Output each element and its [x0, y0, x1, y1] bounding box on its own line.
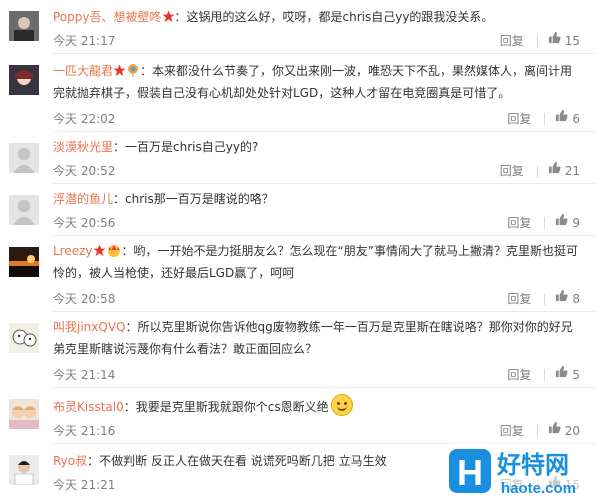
comment-time: 今天 20:56 — [53, 216, 116, 230]
comment-text: ：不做判断 反正人在做天在看 说谎死吗断几把 立马生效 — [87, 454, 387, 468]
logo-letter: H — [457, 452, 483, 493]
watermark-url: haote.com — [501, 480, 576, 497]
comment-divider — [53, 131, 596, 132]
comment-body: 一匹大龍君 ：本来都没什么节奏了，你又出来刚一波，唯恐天下不乱，果然媒体人，离间计… — [53, 60, 582, 104]
comment-divider — [53, 183, 596, 184]
comment-body: Poppy吾、想被壁咚 ：这锅甩的这么好，哎呀，都是chris自己yy的跟我没关系… — [53, 6, 582, 28]
comment-actions: 回复 6 — [507, 109, 580, 127]
thumbs-up-icon[interactable] — [555, 289, 568, 302]
thumbs-up-icon[interactable] — [555, 213, 568, 226]
reply-button[interactable]: 回复 — [500, 32, 524, 49]
divider — [536, 34, 538, 47]
comment-time: 今天 20:58 — [53, 292, 116, 306]
comment-text: ：这锅甩的这么好，哎呀，都是chris自己yy的跟我没关系。 — [174, 10, 494, 24]
like-count: 6 — [572, 111, 580, 126]
comment-text: ：chris那一百万是瞎说的咯？ — [113, 192, 274, 206]
comment-body: 浮潜的鱼儿：chris那一百万是瞎说的咯？ — [53, 188, 582, 210]
star-icon — [113, 64, 126, 77]
username-link[interactable]: 淡漠秋光里 — [53, 140, 113, 154]
username-link[interactable]: 叫我jinxQVQ — [53, 320, 125, 334]
comment-body: Lreezy ：哟，一开始不是力挺朋友么？怎么现在“朋友”事情闹大了就马上撇清？克… — [53, 240, 582, 284]
username-link[interactable]: Poppy吾、想被壁咚 — [53, 10, 162, 24]
comment-actions: 回复 20 — [500, 421, 580, 439]
comment-body: 淡漠秋光里：一百万是chris自己yy的? — [53, 136, 582, 158]
thumbs-up-icon[interactable] — [548, 421, 561, 434]
like-count: 15 — [564, 33, 580, 48]
user-avatar[interactable] — [9, 247, 39, 277]
divider — [544, 216, 546, 229]
comment-body: 布灵Kisstal0：我要是克里斯我就跟你个cs恩断义绝 — [53, 394, 582, 418]
star-icon — [161, 10, 175, 23]
comment-divider — [53, 387, 596, 388]
comment-actions: 回复 15 — [500, 31, 580, 49]
username-link[interactable]: 浮潜的鱼儿 — [53, 192, 113, 206]
user-avatar[interactable] — [9, 11, 39, 41]
thumbs-up-icon[interactable] — [548, 161, 561, 174]
user-avatar[interactable] — [9, 65, 39, 95]
reply-button[interactable]: 回复 — [500, 422, 524, 439]
reply-button[interactable]: 回复 — [507, 366, 531, 383]
divider — [544, 292, 546, 305]
divider — [536, 164, 538, 177]
like-count: 21 — [564, 163, 580, 178]
comment-text: ：一百万是chris自己yy的? — [113, 140, 259, 154]
crown-icon — [107, 245, 120, 257]
thumbs-up-icon[interactable] — [555, 365, 568, 378]
comment-divider — [53, 235, 596, 236]
smile-emoji — [330, 394, 353, 416]
comment-text: ：我要是克里斯我就跟你个cs恩断义绝 — [123, 400, 329, 414]
thumbs-up-icon[interactable] — [555, 109, 568, 122]
username-link[interactable]: 布灵Kisstal0 — [53, 400, 124, 414]
user-avatar[interactable] — [9, 195, 39, 225]
user-avatar[interactable] — [9, 455, 39, 485]
comment-actions: 回复 5 — [507, 365, 580, 383]
user-avatar[interactable] — [9, 143, 39, 173]
comment-text: ：所以克里斯说你告诉他qg废物教练一年一百万是克里斯在瞎说咯？那你对你的好兄弟克… — [53, 320, 573, 356]
balloon-icon — [128, 64, 139, 77]
reply-button[interactable]: 回复 — [507, 110, 531, 127]
like-count: 5 — [572, 367, 580, 382]
like-count: 20 — [564, 423, 580, 438]
divider — [544, 112, 546, 125]
comment-time: 今天 21:21 — [53, 478, 116, 492]
user-avatar[interactable] — [9, 399, 39, 429]
divider — [536, 424, 538, 437]
reply-button[interactable]: 回复 — [507, 214, 531, 231]
comment-time: 今天 20:52 — [53, 164, 116, 178]
comment-actions: 回复 9 — [507, 213, 580, 231]
like-count: 9 — [572, 215, 580, 230]
comment-body: 叫我jinxQVQ：所以克里斯说你告诉他qg废物教练一年一百万是克里斯在瞎说咯？… — [53, 316, 582, 360]
watermark-logo: H 好特网 haote.com — [445, 443, 596, 499]
divider — [544, 368, 546, 381]
comment-text: ：哟，一开始不是力挺朋友么？怎么现在“朋友”事情闹大了就马上撇清？克里斯也挺可怜… — [53, 244, 578, 280]
comment-time: 今天 21:14 — [53, 368, 116, 382]
like-count: 8 — [572, 291, 580, 306]
comment-time: 今天 22:02 — [53, 112, 116, 126]
username-link[interactable]: Lreezy — [53, 244, 93, 258]
username-link[interactable]: Ryo叔 — [53, 454, 87, 468]
reply-button[interactable]: 回复 — [507, 290, 531, 307]
reply-button[interactable]: 回复 — [500, 162, 524, 179]
comment-actions: 回复 21 — [500, 161, 580, 179]
comment-divider — [53, 311, 596, 312]
comment-time: 今天 21:17 — [53, 34, 116, 48]
comment-time: 今天 21:16 — [53, 424, 116, 438]
comment-divider — [53, 53, 596, 54]
thumbs-up-icon[interactable] — [548, 31, 561, 44]
comment-actions: 回复 8 — [507, 289, 580, 307]
username-link[interactable]: 一匹大龍君 — [53, 64, 113, 78]
user-avatar[interactable] — [9, 323, 39, 353]
star-icon — [92, 244, 106, 257]
site-watermark: H 好特网 haote.com — [445, 441, 596, 499]
watermark-brand: 好特网 — [496, 451, 569, 479]
